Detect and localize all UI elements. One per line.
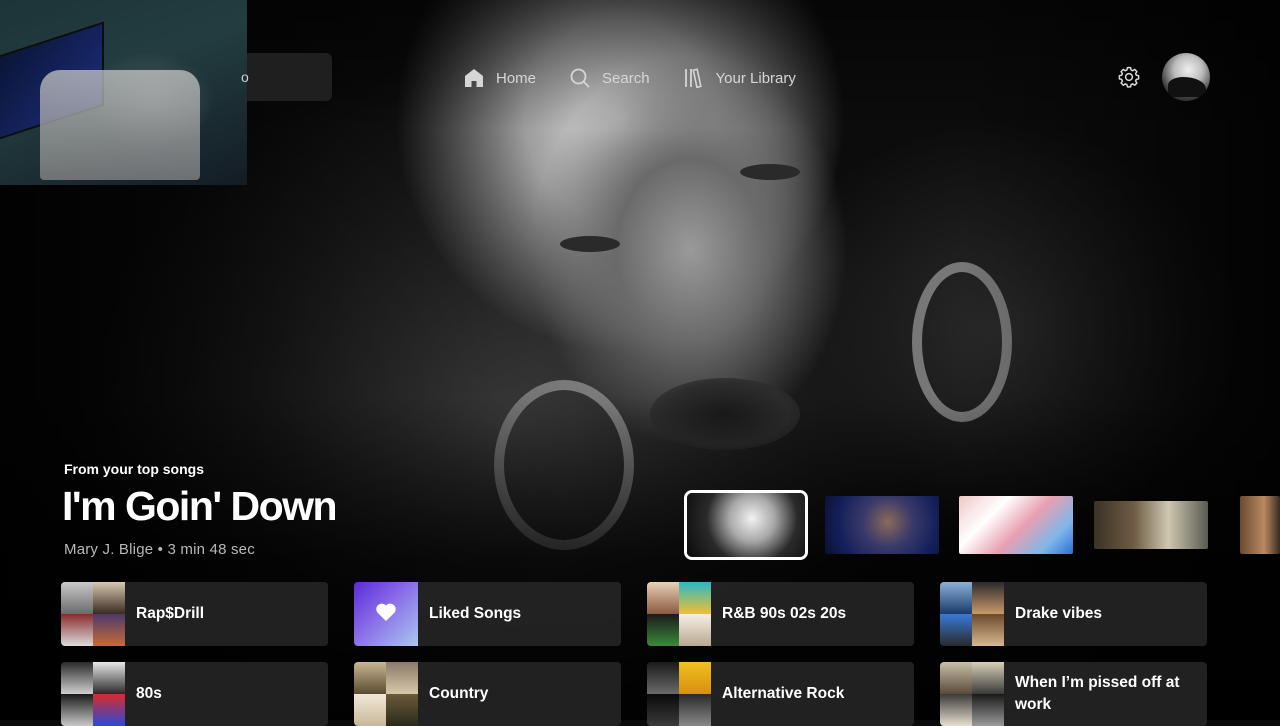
- shortcut-art: [940, 662, 1004, 726]
- shortcut-label: Country: [429, 685, 489, 702]
- shortcut-tile[interactable]: When I’m pissed off at work: [940, 662, 1207, 726]
- nav-search-label: Search: [602, 69, 650, 87]
- gear-icon[interactable]: [1117, 65, 1141, 89]
- shortcut-label: When I’m pissed off at work: [1015, 674, 1180, 713]
- search-bar-text: o: [241, 69, 249, 85]
- carousel-thumb[interactable]: [825, 496, 939, 554]
- liked-songs-art: [354, 582, 418, 646]
- shortcut-art: [61, 582, 125, 646]
- hero-eyebrow: From your top songs: [64, 461, 204, 477]
- heart-icon: [375, 602, 397, 627]
- library-icon: [684, 68, 704, 88]
- shortcut-art: [61, 662, 125, 726]
- nav-library[interactable]: Your Library: [684, 68, 796, 88]
- carousel-thumb[interactable]: [1094, 501, 1208, 549]
- hero-title: I'm Goin' Down: [62, 483, 338, 529]
- nav-home-label: Home: [496, 69, 537, 87]
- carousel-thumb[interactable]: [684, 490, 808, 560]
- shortcut-label: Liked Songs: [429, 605, 522, 622]
- shortcut-label: Rap$Drill: [136, 605, 205, 622]
- shortcut-tile[interactable]: Drake vibes: [940, 582, 1207, 646]
- carousel-thumb[interactable]: [959, 496, 1073, 554]
- shortcut-tile[interactable]: Rap$Drill: [61, 582, 328, 646]
- shortcut-tile[interactable]: Country: [354, 662, 621, 726]
- profile-avatar[interactable]: [1162, 53, 1210, 101]
- nav-search[interactable]: Search: [570, 68, 650, 88]
- nav-home[interactable]: Home: [464, 68, 536, 88]
- hero-meta: Mary J. Blige • 3 min 48 sec: [64, 541, 255, 558]
- shortcut-tile[interactable]: R&B 90s 02s 20s: [647, 582, 914, 646]
- webcam-overlay: [0, 0, 247, 185]
- shortcut-art: [647, 662, 711, 726]
- shortcut-label: Alternative Rock: [722, 685, 845, 702]
- shortcut-tile[interactable]: 80s: [61, 662, 328, 726]
- top-nav: Home Search Your Library: [464, 64, 796, 92]
- shortcut-tile[interactable]: Liked Songs: [354, 582, 621, 646]
- shortcut-art: [354, 662, 418, 726]
- nav-library-label: Your Library: [715, 69, 796, 87]
- home-icon: [464, 68, 484, 88]
- shortcut-tile[interactable]: Alternative Rock: [647, 662, 914, 726]
- search-icon: [570, 68, 590, 88]
- carousel-thumb[interactable]: [1240, 496, 1280, 554]
- webcam-chair-shape: [40, 70, 200, 180]
- shortcut-label: 80s: [136, 685, 162, 702]
- shortcut-art: [940, 582, 1004, 646]
- search-bar-partial[interactable]: o: [241, 53, 332, 101]
- shortcut-label: Drake vibes: [1015, 605, 1103, 622]
- shortcut-art: [647, 582, 711, 646]
- shortcut-label: R&B 90s 02s 20s: [722, 605, 847, 622]
